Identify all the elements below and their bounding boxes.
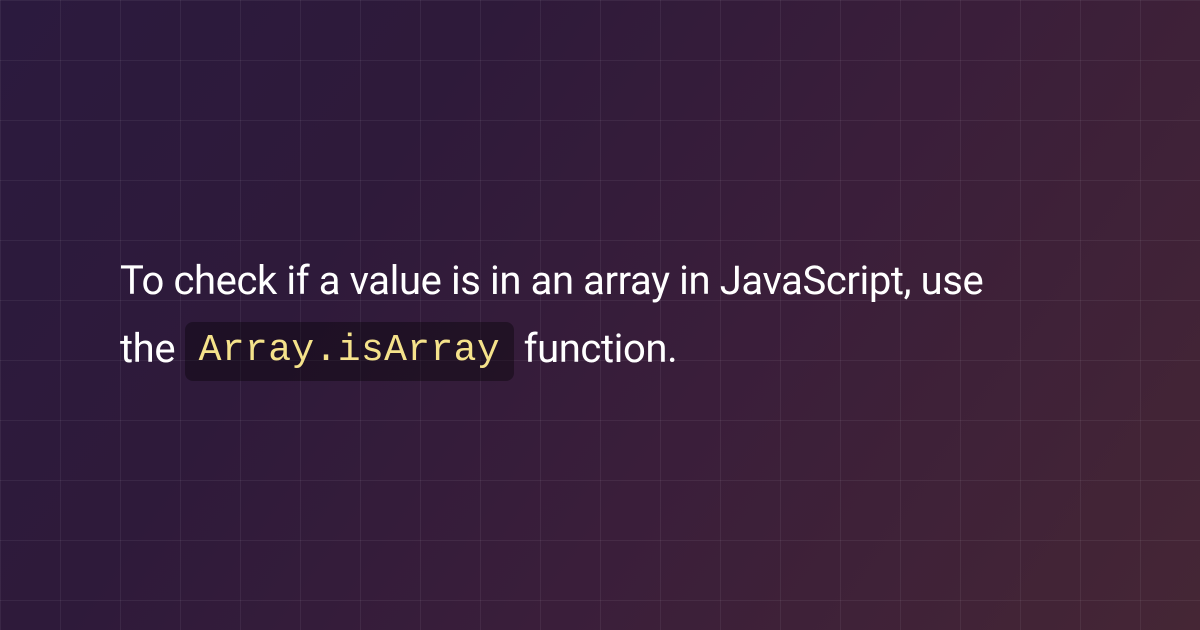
inline-code: Array.isArray bbox=[185, 322, 514, 381]
content-area: To check if a value is in an array in Ja… bbox=[0, 0, 1200, 630]
headline: To check if a value is in an array in Ja… bbox=[120, 247, 1040, 383]
headline-suffix: function. bbox=[524, 325, 678, 372]
